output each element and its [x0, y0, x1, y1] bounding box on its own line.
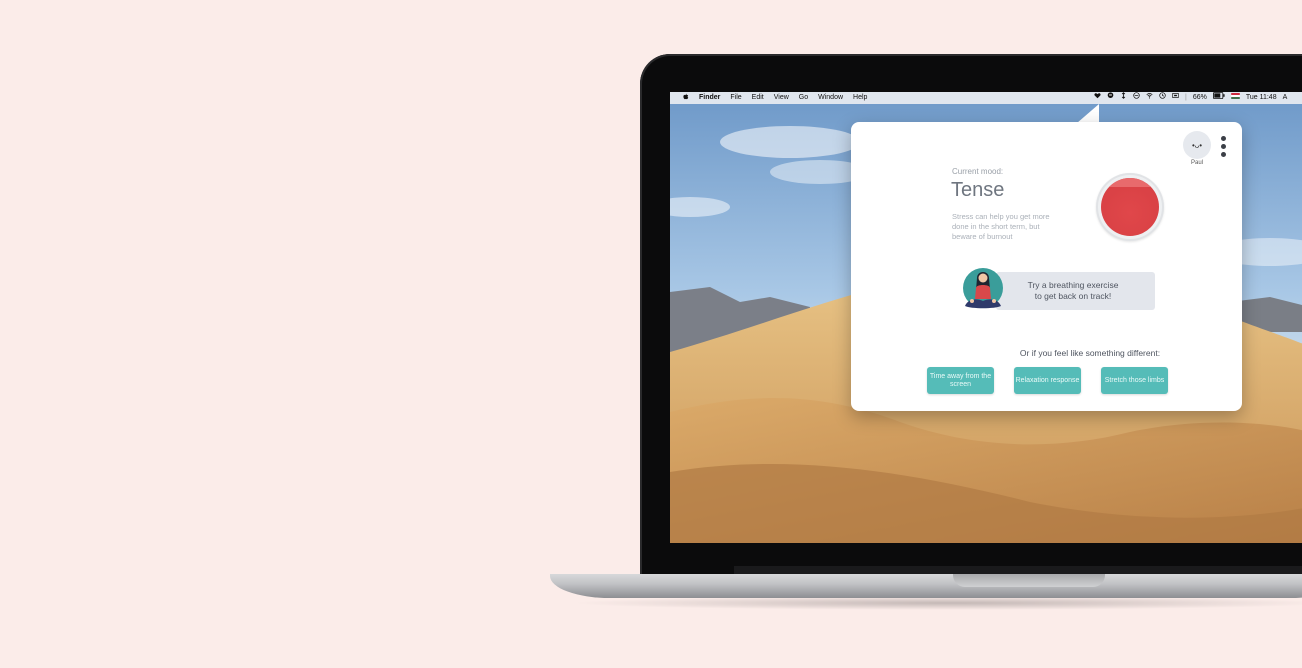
mood-popup: •ᴗ• Paul Current mood: Tense Stress can … [851, 122, 1242, 411]
heart-icon[interactable] [1094, 92, 1101, 104]
stretch-limbs-button[interactable]: Stretch those limbs [1101, 367, 1168, 394]
display-icon[interactable] [1172, 92, 1179, 104]
time-machine-icon[interactable] [1159, 92, 1166, 104]
battery-icon[interactable] [1212, 92, 1225, 104]
apple-menu-icon[interactable] [682, 92, 689, 104]
menubar-status-area: | 66% Tue 11:48 A [1094, 92, 1293, 104]
laptop-notch [953, 574, 1105, 587]
menubar-go[interactable]: Go [799, 92, 808, 104]
alternatives-title: Or if you feel like something different: [1019, 348, 1161, 358]
volume-icon[interactable]: | [1185, 92, 1187, 104]
breathing-exercise-prompt[interactable]: Try a breathing exercise to get back on … [1003, 280, 1143, 302]
input-source-flag-icon[interactable] [1231, 92, 1240, 104]
current-mood-label: Current mood: [952, 167, 1004, 176]
meditating-person-icon [963, 268, 1003, 309]
chat-icon[interactable] [1107, 92, 1114, 104]
user-name: Paul [1190, 160, 1203, 166]
mood-description: Stress can help you get more done in the… [952, 212, 1050, 241]
menubar-help[interactable]: Help [853, 92, 867, 104]
breathing-prompt-line1: Try a breathing exercise [1027, 280, 1119, 290]
more-options-icon[interactable] [1221, 136, 1227, 160]
transfer-icon[interactable] [1120, 92, 1127, 104]
user-avatar[interactable]: •ᴗ• [1183, 131, 1211, 159]
laptop-shadow [570, 596, 1302, 610]
menubar-file[interactable]: File [730, 92, 741, 104]
menubar-clock[interactable]: Tue 11:48 [1246, 92, 1277, 104]
wifi-icon[interactable] [1146, 92, 1153, 104]
current-mood-value: Tense [951, 179, 1005, 201]
relaxation-response-button[interactable]: Relaxation response [1014, 367, 1081, 394]
mood-indicator [1096, 173, 1164, 241]
battery-percent[interactable]: 66% [1193, 92, 1207, 104]
laptop-base [550, 574, 1302, 598]
avatar-face-icon: •ᴗ• [1191, 140, 1203, 150]
time-away-button[interactable]: Time away from the screen [927, 367, 994, 394]
menubar-trailing-item[interactable]: A [1283, 92, 1288, 104]
menubar: Finder File Edit View Go Window Help | 6… [670, 92, 1302, 104]
menubar-window[interactable]: Window [818, 92, 843, 104]
breathing-prompt-line2: to get back on track! [1034, 291, 1112, 301]
menubar-app-name[interactable]: Finder [699, 92, 720, 104]
menubar-view[interactable]: View [774, 92, 789, 104]
menubar-edit[interactable]: Edit [752, 92, 764, 104]
do-not-disturb-icon[interactable] [1133, 92, 1140, 104]
mood-indicator-fill [1101, 178, 1159, 236]
popup-pointer [1077, 104, 1099, 123]
